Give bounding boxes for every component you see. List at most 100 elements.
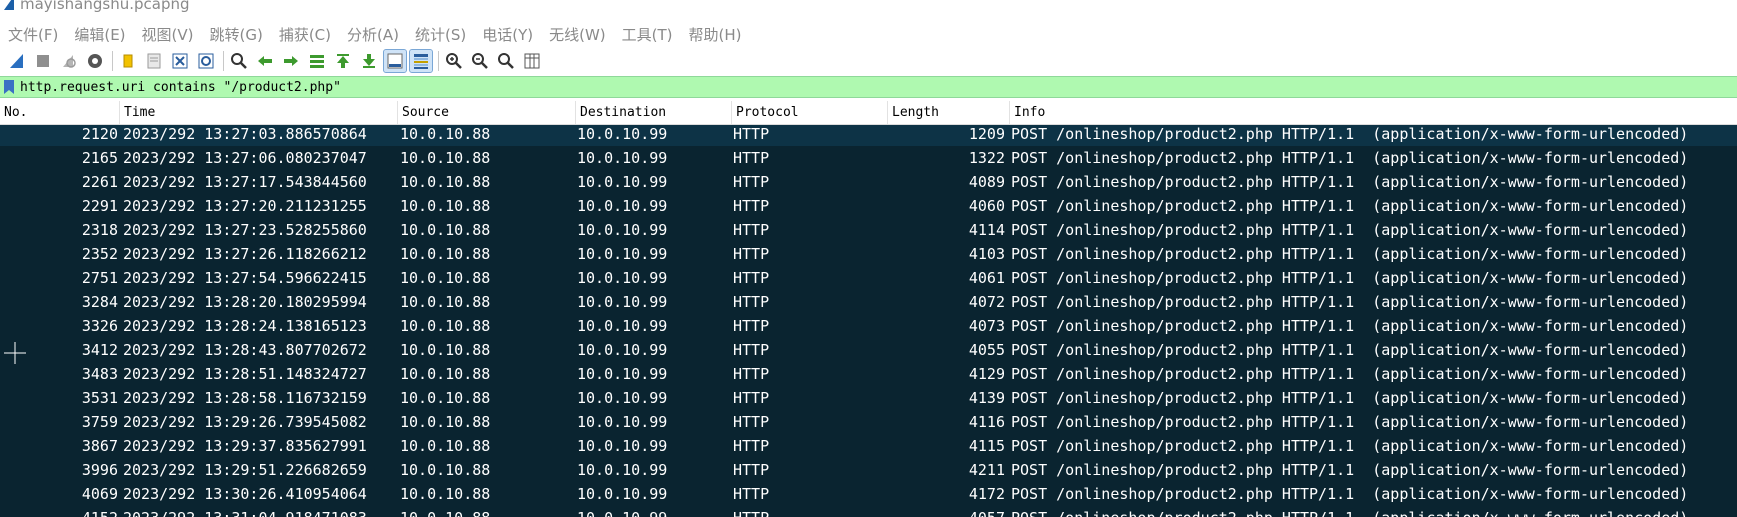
packet-protocol: HTTP <box>733 293 770 311</box>
menu-edit[interactable]: 编辑(E) <box>66 24 133 45</box>
last-packet-button[interactable] <box>358 50 380 72</box>
packet-info: POST /onlineshop/product2.php HTTP/1.1 (… <box>1011 485 1689 503</box>
packet-source: 10.0.10.88 <box>400 389 491 407</box>
zoom-in-button[interactable] <box>443 50 465 72</box>
column-header-source[interactable]: Source <box>398 101 576 124</box>
packet-length: 4073 <box>968 317 1005 335</box>
packet-row[interactable]: 2352 2023/292 13:27:26.118266212 10.0.10.8… <box>0 242 1737 266</box>
menu-telephony[interactable]: 电话(Y) <box>474 24 541 45</box>
packet-protocol: HTTP <box>733 365 770 383</box>
packet-number: 2261 <box>81 173 118 191</box>
menu-view[interactable]: 视图(V) <box>134 24 202 45</box>
save-file-button[interactable] <box>143 50 165 72</box>
column-header-protocol[interactable]: Protocol <box>732 101 888 124</box>
display-filter-input[interactable] <box>20 78 1720 96</box>
packet-number: 2352 <box>81 245 118 263</box>
packet-length: 1209 <box>968 125 1005 143</box>
menu-statistics[interactable]: 统计(S) <box>407 24 474 45</box>
packet-protocol: HTTP <box>733 125 770 143</box>
menu-capture[interactable]: 捕获(C) <box>271 24 339 45</box>
options-gear-icon <box>88 54 102 68</box>
capture-options-button[interactable] <box>84 50 106 72</box>
autoscroll-toggle[interactable] <box>383 49 407 73</box>
packet-row[interactable]: 2165 2023/292 13:27:06.080237047 10.0.10.8… <box>0 146 1737 170</box>
column-header-destination[interactable]: Destination <box>576 101 732 124</box>
packet-length: 4061 <box>968 269 1005 287</box>
resize-columns-button[interactable] <box>521 50 543 72</box>
packet-protocol: HTTP <box>733 245 770 263</box>
packet-info: POST /onlineshop/product2.php HTTP/1.1 (… <box>1011 125 1689 143</box>
packet-row[interactable]: 2751 2023/292 13:27:54.596622415 10.0.10.8… <box>0 266 1737 290</box>
packet-row[interactable]: 2261 2023/292 13:27:17.543844560 10.0.10.8… <box>0 170 1737 194</box>
packet-row[interactable]: 3867 2023/292 13:29:37.835627991 10.0.10.8… <box>0 434 1737 458</box>
packet-info: POST /onlineshop/product2.php HTTP/1.1 (… <box>1011 293 1689 311</box>
packet-list[interactable]: 2120 2023/292 13:27:03.886570864 10.0.10.8… <box>0 125 1737 517</box>
open-file-button[interactable] <box>117 50 139 72</box>
toolbar-separator <box>438 51 439 71</box>
bookmark-icon[interactable] <box>4 80 14 94</box>
packet-destination: 10.0.10.99 <box>577 365 668 383</box>
menu-tools[interactable]: 工具(T) <box>614 24 681 45</box>
packet-number: 4152 <box>0 506 118 517</box>
packet-destination: 10.0.10.99 <box>577 269 668 287</box>
packet-number: 2291 <box>81 197 118 215</box>
packet-protocol: HTTP <box>733 149 770 167</box>
packet-row[interactable]: 4152 2023/292 13:31:04.91847108310.0.10.8… <box>0 506 1737 517</box>
packet-row[interactable]: 2291 2023/292 13:27:20.211231255 10.0.10.8… <box>0 194 1737 218</box>
close-file-icon <box>172 53 188 69</box>
column-header-time[interactable]: Time <box>120 101 398 124</box>
packet-row[interactable]: 4069 2023/292 13:30:26.410954064 10.0.10.8… <box>0 482 1737 506</box>
start-capture-button[interactable] <box>6 50 28 72</box>
restart-capture-button[interactable] <box>58 50 80 72</box>
column-header-no[interactable]: No. <box>0 101 120 124</box>
stop-capture-button[interactable] <box>32 50 54 72</box>
packet-row[interactable]: 3284 2023/292 13:28:20.180295994 10.0.10.8… <box>0 290 1737 314</box>
find-packet-button[interactable] <box>228 50 250 72</box>
menu-wireless[interactable]: 无线(W) <box>541 24 614 45</box>
packet-row[interactable]: 3483 2023/292 13:28:51.148324727 10.0.10.8… <box>0 362 1737 386</box>
packet-row[interactable]: 3531 2023/292 13:28:58.116732159 10.0.10.8… <box>0 386 1737 410</box>
packet-protocol: HTTP <box>733 221 770 239</box>
packet-number: 2165 <box>81 149 118 167</box>
packet-row[interactable]: 3996 2023/292 13:29:51.226682659 10.0.10.8… <box>0 458 1737 482</box>
first-packet-icon <box>337 54 349 68</box>
packet-row[interactable]: 3326 2023/292 13:28:24.138165123 10.0.10.8… <box>0 314 1737 338</box>
normal-size-button[interactable] <box>495 50 517 72</box>
go-to-packet-button[interactable] <box>306 50 328 72</box>
column-header-info[interactable]: Info <box>1010 101 1737 124</box>
menu-go[interactable]: 跳转(G) <box>202 24 271 45</box>
toolbar-separator <box>112 51 113 71</box>
colorize-toggle[interactable] <box>409 49 433 73</box>
packet-number: 2318 <box>81 221 118 239</box>
packet-source: 10.0.10.88 <box>400 197 491 215</box>
packet-source: 10.0.10.88 <box>400 245 491 263</box>
menu-help[interactable]: 帮助(H) <box>681 24 750 45</box>
packet-source: 10.0.10.88 <box>400 485 491 503</box>
packet-source: 10.0.10.88 <box>400 269 491 287</box>
menu-analyze[interactable]: 分析(A) <box>339 24 407 45</box>
packet-length: 4115 <box>968 437 1005 455</box>
packet-length: 4139 <box>968 389 1005 407</box>
packet-length: 4057 <box>889 506 1005 517</box>
packet-destination: 10.0.10.99 <box>577 245 668 263</box>
close-file-button[interactable] <box>169 50 191 72</box>
column-header-length[interactable]: Length <box>888 101 1010 124</box>
packet-row[interactable]: 3759 2023/292 13:29:26.739545082 10.0.10.8… <box>0 410 1737 434</box>
first-packet-button[interactable] <box>332 50 354 72</box>
packet-destination: 10.0.10.99 <box>577 506 732 517</box>
reload-file-button[interactable] <box>195 50 217 72</box>
packet-source: 10.0.10.88 <box>400 293 491 311</box>
go-back-button[interactable] <box>254 50 276 72</box>
zoom-out-button[interactable] <box>469 50 491 72</box>
packet-length: 4129 <box>968 365 1005 383</box>
packet-row[interactable]: 2318 2023/292 13:27:23.528255860 10.0.10.8… <box>0 218 1737 242</box>
packet-row[interactable]: 2120 2023/292 13:27:03.886570864 10.0.10.8… <box>0 125 1737 146</box>
packet-time: 2023/292 13:28:20.180295994 <box>123 293 367 311</box>
menu-file[interactable]: 文件(F) <box>0 24 66 45</box>
packet-row[interactable]: 3412 2023/292 13:28:43.807702672 10.0.10.8… <box>0 338 1737 362</box>
forward-arrow-icon <box>284 56 298 66</box>
packet-length: 4172 <box>968 485 1005 503</box>
packet-time: 2023/292 13:27:06.080237047 <box>123 149 367 167</box>
packet-source: 10.0.10.88 <box>400 461 491 479</box>
go-forward-button[interactable] <box>280 50 302 72</box>
